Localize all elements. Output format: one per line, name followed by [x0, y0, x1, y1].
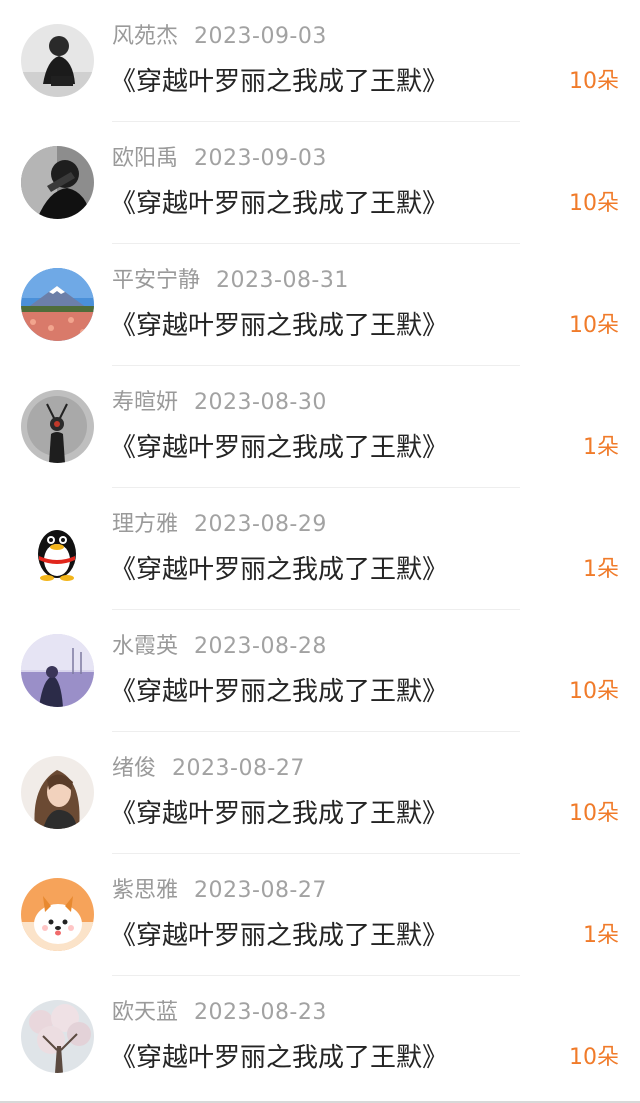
item-date: 2023-09-03 [194, 146, 327, 171]
flower-amount: 10朵 [569, 313, 619, 338]
person-dark-clothes-avatar-icon [21, 24, 94, 97]
item-meta: 水霞英 2023-08-28 [112, 632, 327, 662]
avatar[interactable] [21, 878, 94, 951]
item-date: 2023-08-28 [194, 634, 327, 659]
book-title: 《穿越叶罗丽之我成了王默》 [110, 67, 449, 97]
item-meta: 欧天蓝 2023-08-23 [112, 998, 327, 1028]
book-title: 《穿越叶罗丽之我成了王默》 [110, 433, 449, 463]
item-meta: 绪俊 2023-08-27 [112, 754, 305, 784]
avatar[interactable] [21, 146, 94, 219]
avatar[interactable] [21, 1000, 94, 1073]
user-name: 风苑杰 [112, 24, 179, 49]
bw-portrait-avatar-icon [21, 146, 94, 219]
avatar[interactable] [21, 512, 94, 585]
user-name: 欧天蓝 [112, 1000, 179, 1025]
list-item[interactable]: 紫思雅 2023-08-27 《穿越叶罗丽之我成了王默》 1朵 [0, 854, 640, 976]
woman-portrait-avatar-icon [21, 756, 94, 829]
flower-amount: 1朵 [583, 435, 619, 460]
item-meta: 寿暄妍 2023-08-30 [112, 388, 327, 418]
list-item[interactable]: 绪俊 2023-08-27 《穿越叶罗丽之我成了王默》 10朵 [0, 732, 640, 854]
book-title: 《穿越叶罗丽之我成了王默》 [110, 1043, 449, 1073]
purple-scene-avatar-icon [21, 634, 94, 707]
flower-amount: 1朵 [583, 923, 619, 948]
qq-penguin-avatar-icon [21, 512, 94, 585]
avatar[interactable] [21, 268, 94, 341]
user-name: 寿暄妍 [112, 390, 179, 415]
user-name: 理方雅 [112, 512, 179, 537]
mount-fuji-flowers-avatar-icon [21, 268, 94, 341]
user-name: 欧阳禹 [112, 146, 179, 171]
avatar[interactable] [21, 390, 94, 463]
user-name: 水霞英 [112, 634, 179, 659]
user-name: 平安宁静 [112, 268, 201, 293]
flower-amount: 1朵 [583, 557, 619, 582]
list-item[interactable]: 理方雅 2023-08-29 《穿越叶罗丽之我成了王默》 1朵 [0, 488, 640, 610]
avatar[interactable] [21, 24, 94, 97]
user-name: 紫思雅 [112, 878, 179, 903]
book-title: 《穿越叶罗丽之我成了王默》 [110, 799, 449, 829]
avatar[interactable] [21, 756, 94, 829]
list-item[interactable]: 平安宁静 2023-08-31 《穿越叶罗丽之我成了王默》 10朵 [0, 244, 640, 366]
book-title: 《穿越叶罗丽之我成了王默》 [110, 189, 449, 219]
item-meta: 风苑杰 2023-09-03 [112, 22, 327, 52]
blossom-tree-avatar-icon [21, 1000, 94, 1073]
item-meta: 欧阳禹 2023-09-03 [112, 144, 327, 174]
book-title: 《穿越叶罗丽之我成了王默》 [110, 921, 449, 951]
item-date: 2023-08-30 [194, 390, 327, 415]
list-item[interactable]: 寿暄妍 2023-08-30 《穿越叶罗丽之我成了王默》 1朵 [0, 366, 640, 488]
flower-amount: 10朵 [569, 1045, 619, 1070]
book-title: 《穿越叶罗丽之我成了王默》 [110, 311, 449, 341]
dark-figure-avatar-icon [21, 390, 94, 463]
item-meta: 紫思雅 2023-08-27 [112, 876, 327, 906]
flower-amount: 10朵 [569, 69, 619, 94]
item-date: 2023-09-03 [194, 24, 327, 49]
item-meta: 理方雅 2023-08-29 [112, 510, 327, 540]
book-title: 《穿越叶罗丽之我成了王默》 [110, 677, 449, 707]
list-item[interactable]: 欧天蓝 2023-08-23 《穿越叶罗丽之我成了王默》 10朵 [0, 976, 640, 1098]
list-item[interactable]: 欧阳禹 2023-09-03 《穿越叶罗丽之我成了王默》 10朵 [0, 122, 640, 244]
user-name: 绪俊 [112, 756, 157, 781]
item-meta: 平安宁静 2023-08-31 [112, 266, 349, 296]
item-date: 2023-08-31 [216, 268, 349, 293]
flower-amount: 10朵 [569, 801, 619, 826]
list-item[interactable]: 风苑杰 2023-09-03 《穿越叶罗丽之我成了王默》 10朵 [0, 0, 640, 122]
gift-record-list: 风苑杰 2023-09-03 《穿越叶罗丽之我成了王默》 10朵 欧阳禹 2023-… [0, 0, 640, 1103]
flower-amount: 10朵 [569, 679, 619, 704]
item-date: 2023-08-27 [194, 878, 327, 903]
avatar[interactable] [21, 634, 94, 707]
item-date: 2023-08-23 [194, 1000, 327, 1025]
book-title: 《穿越叶罗丽之我成了王默》 [110, 555, 449, 585]
item-date: 2023-08-29 [194, 512, 327, 537]
list-item[interactable]: 水霞英 2023-08-28 《穿越叶罗丽之我成了王默》 10朵 [0, 610, 640, 732]
cartoon-dog-avatar-icon [21, 878, 94, 951]
item-date: 2023-08-27 [172, 756, 305, 781]
flower-amount: 10朵 [569, 191, 619, 216]
